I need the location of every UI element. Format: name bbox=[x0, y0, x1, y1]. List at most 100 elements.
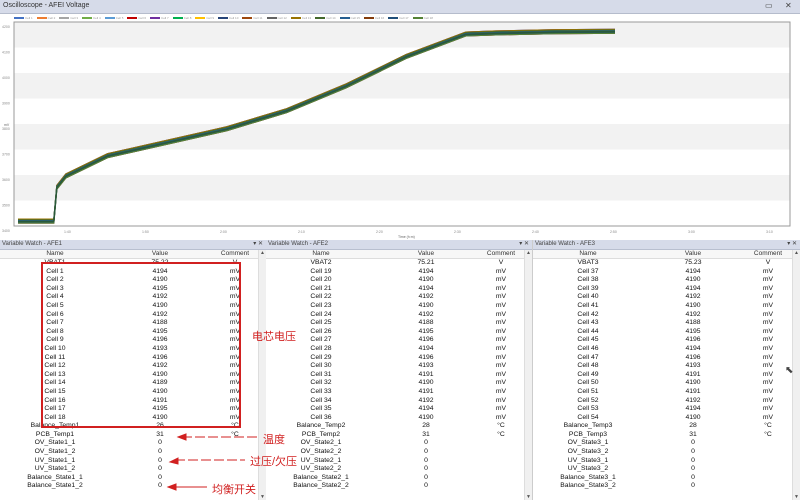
column-header-comment[interactable]: Comment bbox=[210, 250, 260, 258]
cell-name: Cell 54 bbox=[577, 413, 599, 421]
cell-value: 4191 bbox=[685, 370, 701, 378]
column-header-name[interactable]: Name bbox=[266, 250, 376, 258]
table-row[interactable]: UV_State1_1 0 bbox=[0, 457, 266, 466]
table-row[interactable]: Cell 29 4196 mV bbox=[266, 354, 532, 363]
table-row[interactable]: PCB_Temp1 31 °C bbox=[0, 431, 266, 440]
table-row[interactable]: Cell 48 4193 mV bbox=[533, 362, 800, 371]
table-row[interactable]: OV_State1_1 0 bbox=[0, 439, 266, 448]
table-row[interactable]: Cell 54 4190 mV bbox=[533, 414, 800, 423]
table-row[interactable]: Cell 38 4190 mV bbox=[533, 276, 800, 285]
cell-comment bbox=[743, 457, 793, 466]
table-row[interactable]: Balance_State2_1 0 bbox=[266, 474, 532, 483]
table-row[interactable]: Cell 22 4192 mV bbox=[266, 293, 532, 302]
table-row[interactable]: Cell 31 4191 mV bbox=[266, 371, 532, 380]
table-row[interactable]: Balance_State3_1 0 bbox=[533, 474, 800, 483]
column-header-comment[interactable]: Comment bbox=[743, 250, 793, 258]
column-header-value[interactable]: Value bbox=[110, 250, 210, 258]
table-row[interactable]: Balance_State2_2 0 bbox=[266, 482, 532, 491]
table-row[interactable]: OV_State2_1 0 bbox=[266, 439, 532, 448]
table-row[interactable]: Cell 40 4192 mV bbox=[533, 293, 800, 302]
cell-comment: mV bbox=[762, 267, 774, 275]
table-row[interactable]: Cell 39 4194 mV bbox=[533, 285, 800, 294]
column-header-name[interactable]: Name bbox=[0, 250, 110, 258]
table-row[interactable]: OV_State1_2 0 bbox=[0, 448, 266, 457]
maximize-icon[interactable]: ▭ bbox=[765, 1, 773, 10]
cell-comment: mV bbox=[762, 319, 774, 327]
table-row[interactable]: Balance_Temp2 28 °C bbox=[266, 422, 532, 431]
table-row[interactable]: UV_State2_1 0 bbox=[266, 457, 532, 466]
table-row[interactable]: Cell 37 4194 mV bbox=[533, 268, 800, 277]
cell-comment: mV bbox=[495, 396, 507, 404]
table-row[interactable]: PCB_Temp2 31 °C bbox=[266, 431, 532, 440]
table-row[interactable]: Cell 30 4193 mV bbox=[266, 362, 532, 371]
table-row[interactable]: Cell 43 4188 mV bbox=[533, 319, 800, 328]
table-row[interactable]: Cell 23 4190 mV bbox=[266, 302, 532, 311]
table-row[interactable]: Cell 41 4190 mV bbox=[533, 302, 800, 311]
scroll-up-icon[interactable]: ▲ bbox=[525, 250, 532, 256]
table-row[interactable]: Cell 51 4191 mV bbox=[533, 388, 800, 397]
table-row[interactable]: Cell 46 4194 mV bbox=[533, 345, 800, 354]
table-row[interactable]: OV_State2_2 0 bbox=[266, 448, 532, 457]
column-header-comment[interactable]: Comment bbox=[476, 250, 526, 258]
table-row[interactable]: Balance_State3_2 0 bbox=[533, 482, 800, 491]
table-row[interactable]: Cell 33 4191 mV bbox=[266, 388, 532, 397]
table-row[interactable]: Cell 34 4192 mV bbox=[266, 397, 532, 406]
table-row[interactable]: VBAT2 75.21 V bbox=[266, 259, 532, 268]
table-row[interactable]: PCB_Temp3 31 °C bbox=[533, 431, 800, 440]
table-row[interactable]: Cell 19 4194 mV bbox=[266, 268, 532, 277]
cell-value: 4196 bbox=[418, 353, 434, 361]
column-header-value[interactable]: Value bbox=[376, 250, 476, 258]
table-row[interactable]: Cell 27 4196 mV bbox=[266, 336, 532, 345]
table-row[interactable]: Cell 24 4192 mV bbox=[266, 311, 532, 320]
table-row[interactable]: OV_State3_1 0 bbox=[533, 439, 800, 448]
column-header-value[interactable]: Value bbox=[643, 250, 743, 258]
scroll-up-icon[interactable]: ▲ bbox=[259, 250, 266, 256]
table-row[interactable]: Balance_Temp3 28 °C bbox=[533, 422, 800, 431]
panel-controls-icon[interactable]: ▾ ✕ bbox=[253, 240, 263, 249]
table-row[interactable]: Cell 36 4190 mV bbox=[266, 414, 532, 423]
panel-controls-icon[interactable]: ▾ ✕ bbox=[519, 240, 529, 249]
cell-comment: mV bbox=[762, 387, 774, 395]
vertical-scrollbar[interactable]: ▲ ▼ bbox=[524, 250, 532, 500]
table-row[interactable]: Cell 50 4190 mV bbox=[533, 379, 800, 388]
table-row[interactable]: UV_State3_2 0 bbox=[533, 465, 800, 474]
table-row[interactable]: Cell 45 4196 mV bbox=[533, 336, 800, 345]
close-icon[interactable]: ✕ bbox=[785, 1, 792, 10]
scroll-down-icon[interactable]: ▼ bbox=[259, 494, 266, 500]
panel-title-bar[interactable]: Variable Watch - AFE1 ▾ ✕ bbox=[0, 240, 266, 250]
oscilloscope-titlebar[interactable]: Oscilloscope - AFEI Voltage ▭ ✕ bbox=[0, 0, 800, 14]
table-row[interactable]: UV_State3_1 0 bbox=[533, 457, 800, 466]
table-row[interactable]: UV_State2_2 0 bbox=[266, 465, 532, 474]
table-row[interactable]: Cell 42 4192 mV bbox=[533, 311, 800, 320]
column-header-name[interactable]: Name bbox=[533, 250, 643, 258]
cell-value: 75.21 bbox=[417, 259, 435, 266]
panel-controls-icon[interactable]: ▾ ✕ bbox=[787, 240, 797, 249]
table-row[interactable]: Cell 32 4190 mV bbox=[266, 379, 532, 388]
cell-comment: mV bbox=[762, 344, 774, 352]
scroll-down-icon[interactable]: ▼ bbox=[793, 494, 800, 500]
table-row[interactable]: OV_State3_2 0 bbox=[533, 448, 800, 457]
cell-name: Cell 50 bbox=[577, 379, 599, 387]
grid-band bbox=[14, 98, 790, 124]
cell-value: 4190 bbox=[685, 276, 701, 284]
table-row[interactable]: Cell 28 4194 mV bbox=[266, 345, 532, 354]
table-row[interactable]: Cell 49 4191 mV bbox=[533, 371, 800, 380]
cell-value: 0 bbox=[691, 439, 695, 447]
table-row[interactable]: Cell 53 4194 mV bbox=[533, 405, 800, 414]
table-row[interactable]: Cell 21 4194 mV bbox=[266, 285, 532, 294]
table-row[interactable]: Cell 26 4195 mV bbox=[266, 328, 532, 337]
table-row[interactable]: Cell 25 4188 mV bbox=[266, 319, 532, 328]
scroll-down-icon[interactable]: ▼ bbox=[525, 494, 532, 500]
y-tick-label: 3400 bbox=[2, 229, 10, 233]
table-row[interactable]: Cell 47 4196 mV bbox=[533, 354, 800, 363]
panel-title-bar[interactable]: Variable Watch - AFE3 ▾ ✕ bbox=[533, 240, 800, 250]
table-row[interactable]: Cell 44 4195 mV bbox=[533, 328, 800, 337]
table-row[interactable]: Cell 35 4194 mV bbox=[266, 405, 532, 414]
y-tick-label: 4100 bbox=[2, 51, 10, 55]
table-row[interactable]: UV_State1_2 0 bbox=[0, 465, 266, 474]
scroll-up-icon[interactable]: ▲ bbox=[793, 250, 800, 256]
panel-title-bar[interactable]: Variable Watch - AFE2 ▾ ✕ bbox=[266, 240, 532, 250]
table-row[interactable]: Cell 52 4192 mV bbox=[533, 397, 800, 406]
table-row[interactable]: VBAT3 75.23 V bbox=[533, 259, 800, 268]
table-row[interactable]: Cell 20 4190 mV bbox=[266, 276, 532, 285]
